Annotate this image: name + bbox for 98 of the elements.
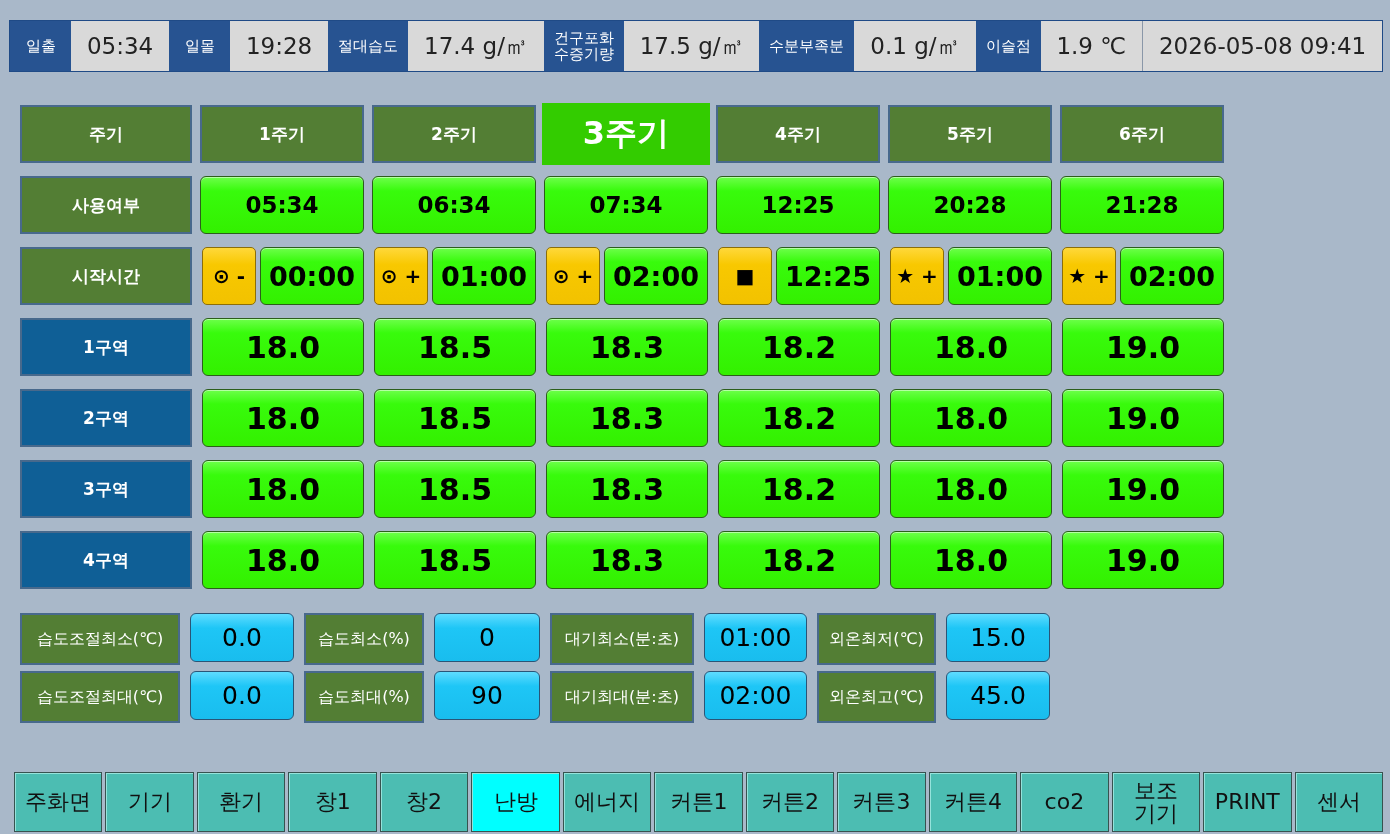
reading-label: 수분부족분 (759, 21, 855, 71)
period-tab[interactable]: 6주기 (1060, 105, 1224, 163)
nav-button[interactable]: 보조 기기 (1111, 772, 1201, 832)
row-label: 시작시간 (20, 247, 192, 305)
row-label: 4구역 (20, 531, 192, 589)
reading-label: 일몰 (169, 21, 231, 71)
setpoint-button[interactable]: 18.3 (546, 318, 708, 376)
offset-time-button[interactable]: 01:00 (948, 247, 1052, 305)
nav-button[interactable]: 커튼4 (928, 772, 1018, 832)
time-button[interactable]: 20:28 (888, 176, 1052, 234)
setpoint-button[interactable]: 18.0 (890, 318, 1052, 376)
row-label: 3구역 (20, 460, 192, 518)
offset-time-button[interactable]: 12:25 (776, 247, 880, 305)
reading-label: 건구포화 수증기량 (543, 21, 624, 71)
setpoint-button[interactable]: 18.0 (890, 389, 1052, 447)
reading-label: 일출 (10, 21, 71, 71)
setpoint-button[interactable]: 18.0 (202, 531, 364, 589)
setpoint-button[interactable]: 18.2 (718, 460, 880, 518)
setpoint-button[interactable]: 19.0 (1062, 318, 1224, 376)
nav-button[interactable]: 에너지 (562, 772, 652, 832)
time-button[interactable]: 12:25 (716, 176, 880, 234)
row-label: 1구역 (20, 318, 192, 376)
row-label: 2구역 (20, 389, 192, 447)
datetime-display: 2026-05-08 09:41 (1142, 21, 1383, 71)
nav-button[interactable]: 커튼2 (745, 772, 835, 832)
setpoint-button[interactable]: 18.0 (202, 460, 364, 518)
param-value-button[interactable]: 45.0 (946, 671, 1050, 720)
offset-time-button[interactable]: 00:00 (260, 247, 364, 305)
period-tab[interactable]: 1주기 (200, 105, 364, 163)
nav-button[interactable]: co2 (1020, 772, 1109, 832)
param-value-button[interactable]: 15.0 (946, 613, 1050, 662)
reading-value: 17.5 g/㎥ (638, 31, 745, 61)
time-button[interactable]: 21:28 (1060, 176, 1224, 234)
reading-value: 19:28 (244, 32, 314, 61)
nav-button[interactable]: 커튼1 (654, 772, 743, 832)
param-value-button[interactable]: 01:00 (704, 613, 807, 662)
setpoint-button[interactable]: 18.5 (374, 531, 536, 589)
time-button[interactable]: 06:34 (372, 176, 536, 234)
period-tab[interactable]: 5주기 (888, 105, 1052, 163)
setpoint-button[interactable]: 19.0 (1062, 460, 1224, 518)
param-label: 외온최저(℃) (817, 613, 936, 665)
row-label: 사용여부 (20, 176, 192, 234)
reading-value: 17.4 g/㎥ (423, 31, 529, 61)
offset-time-button[interactable]: 02:00 (1120, 247, 1224, 305)
offset-time-button[interactable]: 02:00 (604, 247, 708, 305)
period-tab[interactable]: 2주기 (372, 105, 536, 163)
param-label: 대기최소(분:초) (550, 613, 694, 665)
param-label: 외온최고(℃) (817, 671, 936, 723)
setpoint-button[interactable]: 18.2 (718, 531, 880, 589)
setpoint-button[interactable]: 18.5 (374, 460, 536, 518)
nav-button[interactable]: 주화면 (14, 772, 103, 832)
reading-label: 이슬점 (975, 21, 1041, 71)
mode-button[interactable]: ★ + (1062, 247, 1116, 305)
mode-button[interactable]: ⊙ + (374, 247, 428, 305)
setpoint-button[interactable]: 18.3 (546, 531, 708, 589)
param-label: 대기최대(분:초) (550, 671, 694, 723)
param-value-button[interactable]: 0 (434, 613, 540, 662)
nav-button[interactable]: 센서 (1294, 772, 1384, 832)
setpoint-button[interactable]: 18.5 (374, 389, 536, 447)
param-value-button[interactable]: 0.0 (190, 671, 294, 720)
column-header: 주기 (20, 105, 192, 163)
reading-value: 05:34 (85, 32, 155, 61)
period-tab[interactable]: 4주기 (716, 105, 880, 163)
setpoint-button[interactable]: 18.0 (202, 318, 364, 376)
nav-button[interactable]: 커튼3 (837, 772, 926, 832)
reading-value: 1.9 ℃ (1055, 32, 1128, 61)
reading-value: 0.1 g/㎥ (869, 31, 961, 61)
setpoint-button[interactable]: 18.0 (890, 531, 1052, 589)
nav-button[interactable]: 환기 (196, 772, 286, 832)
setpoint-button[interactable]: 18.2 (718, 318, 880, 376)
nav-button[interactable]: 창2 (379, 772, 469, 832)
param-label: 습도조절최대(℃) (20, 671, 180, 723)
param-value-button[interactable]: 02:00 (704, 671, 807, 720)
setpoint-button[interactable]: 18.0 (202, 389, 364, 447)
mode-button[interactable]: ■ (718, 247, 772, 305)
param-label: 습도조절최소(℃) (20, 613, 180, 665)
nav-button[interactable]: 기기 (105, 772, 194, 832)
setpoint-button[interactable]: 18.3 (546, 460, 708, 518)
param-label: 습도최대(%) (304, 671, 424, 723)
mode-button[interactable]: ⊙ + (546, 247, 600, 305)
mode-button[interactable]: ⊙ - (202, 247, 256, 305)
setpoint-button[interactable]: 19.0 (1062, 389, 1224, 447)
setpoint-button[interactable]: 18.2 (718, 389, 880, 447)
param-value-button[interactable]: 90 (434, 671, 540, 720)
time-button[interactable]: 05:34 (200, 176, 364, 234)
nav-button[interactable]: 창1 (288, 772, 377, 832)
mode-button[interactable]: ★ + (890, 247, 944, 305)
param-label: 습도최소(%) (304, 613, 424, 665)
nav-button[interactable]: PRINT (1203, 772, 1292, 832)
setpoint-button[interactable]: 19.0 (1062, 531, 1224, 589)
setpoint-button[interactable]: 18.0 (890, 460, 1052, 518)
setpoint-button[interactable]: 18.5 (374, 318, 536, 376)
nav-button[interactable]: 난방 (471, 772, 560, 832)
reading-label: 절대습도 (328, 21, 409, 71)
offset-time-button[interactable]: 01:00 (432, 247, 536, 305)
param-value-button[interactable]: 0.0 (190, 613, 294, 662)
time-button[interactable]: 07:34 (544, 176, 708, 234)
setpoint-button[interactable]: 18.3 (546, 389, 708, 447)
